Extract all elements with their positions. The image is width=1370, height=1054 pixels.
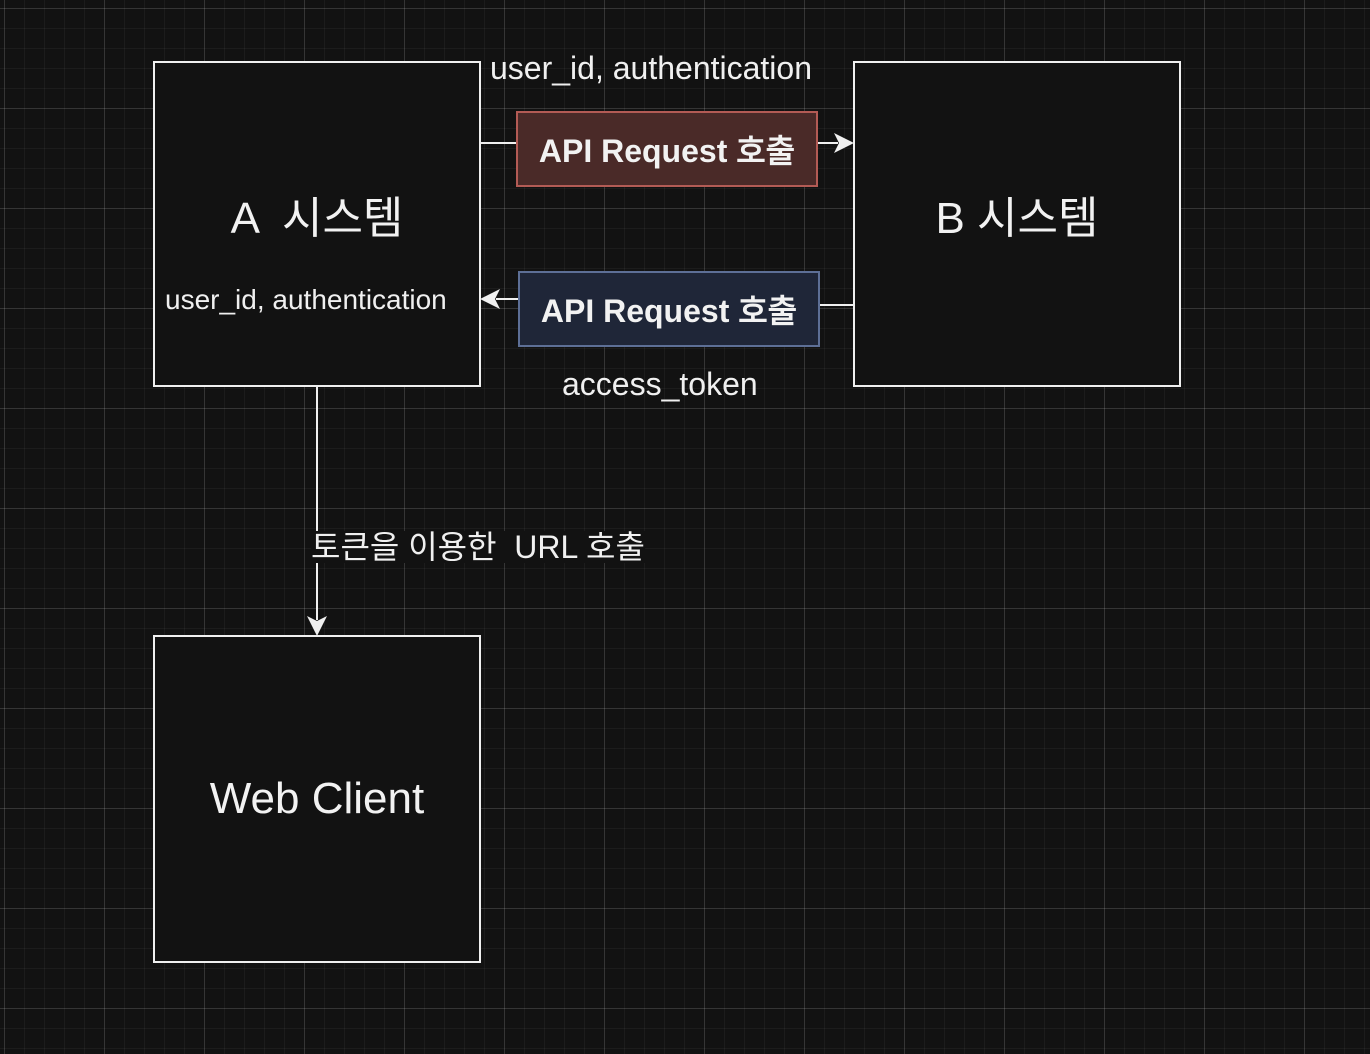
response-arrowhead bbox=[480, 289, 500, 309]
system-a-payload-label: user_id, authentication bbox=[165, 284, 447, 315]
system-a-label: A 시스템 bbox=[230, 194, 404, 243]
api-request-box[interactable]: API Request 호출 bbox=[516, 111, 818, 187]
request-arrowhead bbox=[834, 133, 854, 153]
system-b-label: B 시스템 bbox=[935, 194, 1099, 243]
client-call-label: 토큰을 이용한 URL 호출 bbox=[311, 529, 645, 565]
response-payload-label: access_token bbox=[562, 366, 758, 402]
system-a-box[interactable]: A 시스템 bbox=[153, 61, 481, 387]
api-response-box[interactable]: API Request 호출 bbox=[518, 271, 820, 347]
client-arrowhead bbox=[307, 616, 327, 636]
web-client-label: Web Client bbox=[209, 774, 425, 823]
diagram-canvas: A 시스템 B 시스템 Web Client user_id, authenti… bbox=[0, 0, 1370, 1054]
web-client-box[interactable]: Web Client bbox=[153, 635, 481, 963]
system-b-box[interactable]: B 시스템 bbox=[853, 61, 1181, 387]
request-payload-label: user_id, authentication bbox=[490, 50, 812, 86]
